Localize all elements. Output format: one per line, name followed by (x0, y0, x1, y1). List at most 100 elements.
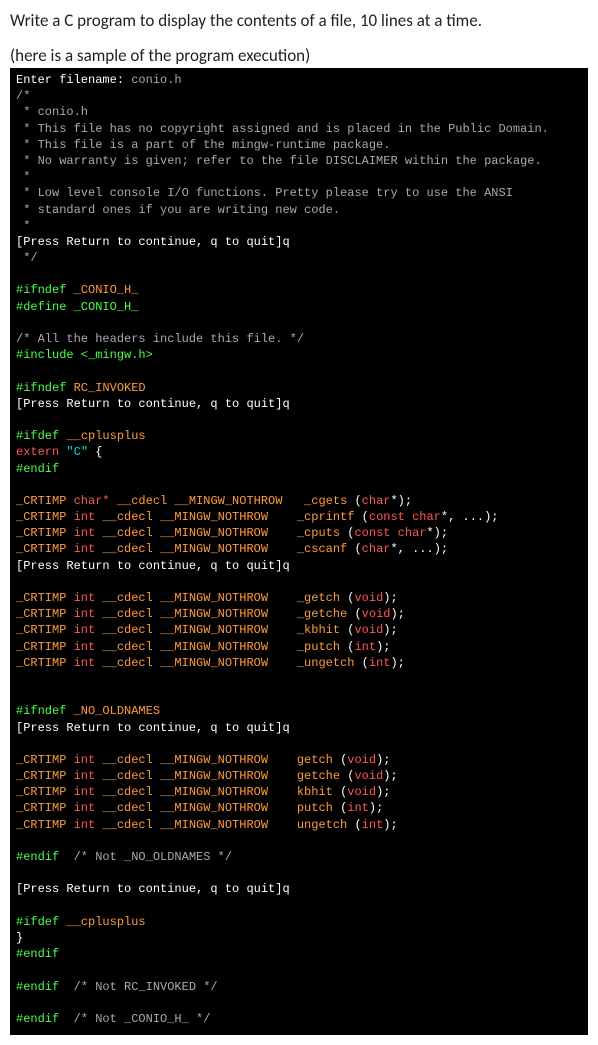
terminal-text: _NO_OLDNAMES (74, 704, 160, 718)
terminal-text: __cdecl __MINGW_NOTHROW _cputs (102, 526, 347, 540)
terminal-line: _CRTIMP int __cdecl __MINGW_NOTHROW _csc… (16, 541, 582, 557)
terminal-text: int (74, 510, 103, 524)
terminal-text: #ifndef (16, 283, 74, 297)
terminal-text: ( (362, 510, 369, 524)
terminal-line (16, 898, 582, 914)
terminal-text: */ (16, 251, 38, 265)
terminal-text: [Press Return to continue, q to quit]q (16, 397, 290, 411)
terminal-text: int (362, 818, 384, 832)
terminal-line (16, 574, 582, 590)
terminal-text: _CRTIMP (16, 494, 74, 508)
terminal-text: ); (369, 801, 383, 815)
terminal-line: _CRTIMP int __cdecl __MINGW_NOTHROW _kbh… (16, 622, 582, 638)
terminal-text: _CRTIMP (16, 542, 74, 556)
terminal-text: _CRTIMP (16, 818, 74, 832)
terminal-text: _CRTIMP (16, 510, 74, 524)
terminal-line: /* All the headers include this file. */ (16, 331, 582, 347)
terminal-text: * (16, 170, 30, 184)
terminal-text: ( (354, 542, 361, 556)
terminal-line: #ifndef _NO_OLDNAMES (16, 703, 582, 719)
terminal-text: #endif (16, 462, 59, 476)
terminal-text: int (369, 656, 391, 670)
terminal-text: * This file has no copyright assigned an… (16, 122, 549, 136)
terminal-text: _CONIO_H_ (74, 283, 139, 297)
terminal-text: "C" (66, 445, 95, 459)
terminal-line: * This file has no copyright assigned an… (16, 121, 582, 137)
terminal-text: *, ...); (441, 510, 499, 524)
terminal-text: _CRTIMP (16, 656, 74, 670)
terminal-text: void (354, 769, 383, 783)
terminal-output: Enter filename: conio.h/* * conio.h * Th… (10, 68, 588, 1035)
terminal-text: const char (369, 510, 441, 524)
terminal-text: _CRTIMP (16, 769, 74, 783)
terminal-line (16, 412, 582, 428)
terminal-line: _CRTIMP char* __cdecl __MINGW_NOTHROW _c… (16, 493, 582, 509)
terminal-text: *); (390, 494, 412, 508)
terminal-text: ); (390, 656, 404, 670)
terminal-text: [Press Return to continue, q to quit]q (16, 882, 290, 896)
terminal-text: char* (74, 494, 117, 508)
terminal-text: _CRTIMP (16, 801, 74, 815)
terminal-line (16, 995, 582, 1011)
terminal-line: #ifndef RC_INVOKED (16, 380, 582, 396)
terminal-text: #endif (16, 947, 59, 961)
terminal-line: */ (16, 250, 582, 266)
terminal-text: ( (354, 494, 361, 508)
terminal-line: _CRTIMP int __cdecl __MINGW_NOTHROW _get… (16, 590, 582, 606)
terminal-text: /* All the headers include this file. */ (16, 332, 304, 346)
terminal-text: __cdecl __MINGW_NOTHROW ungetch (102, 818, 354, 832)
terminal-line: * (16, 218, 582, 234)
terminal-text: int (74, 623, 103, 637)
terminal-text: * No warranty is given; refer to the fil… (16, 154, 542, 168)
terminal-text: extern (16, 445, 66, 459)
terminal-text: __cplusplus (66, 429, 145, 443)
terminal-text: __cdecl __MINGW_NOTHROW _cscanf (102, 542, 354, 556)
terminal-line (16, 315, 582, 331)
terminal-text: * conio.h (16, 105, 88, 119)
terminal-text: _CRTIMP (16, 640, 74, 654)
terminal-line (16, 477, 582, 493)
terminal-line (16, 266, 582, 282)
terminal-text: ); (383, 818, 397, 832)
terminal-text: ); (376, 640, 390, 654)
terminal-text: #ifdef (16, 429, 66, 443)
terminal-line: * conio.h (16, 104, 582, 120)
terminal-text: int (74, 769, 103, 783)
terminal-text: [Press Return to continue, q to quit]q (16, 235, 290, 249)
terminal-line: _CRTIMP int __cdecl __MINGW_NOTHROW _get… (16, 606, 582, 622)
terminal-text: __cdecl __MINGW_NOTHROW _putch (102, 640, 347, 654)
terminal-line: [Press Return to continue, q to quit]q (16, 234, 582, 250)
terminal-text: __cdecl __MINGW_NOTHROW _getche (102, 607, 354, 621)
terminal-text: __cdecl __MINGW_NOTHROW _cgets (117, 494, 355, 508)
terminal-line: #ifdef __cplusplus (16, 914, 582, 930)
terminal-text: void (354, 623, 383, 637)
terminal-text: int (354, 640, 376, 654)
terminal-line: [Press Return to continue, q to quit]q (16, 881, 582, 897)
terminal-line: * (16, 169, 582, 185)
terminal-line: #endif /* Not _CONIO_H_ */ (16, 1011, 582, 1027)
terminal-text: __cdecl __MINGW_NOTHROW _getch (102, 591, 347, 605)
terminal-line (16, 962, 582, 978)
terminal-text: int (74, 818, 103, 832)
terminal-text: #define _CONIO_H_ (16, 300, 138, 314)
terminal-text: } (16, 931, 23, 945)
terminal-line (16, 865, 582, 881)
terminal-line (16, 363, 582, 379)
sample-label: (here is a sample of the program executi… (10, 45, 588, 66)
terminal-text: #ifndef (16, 704, 74, 718)
terminal-text: int (74, 542, 103, 556)
terminal-text: * standard ones if you are writing new c… (16, 203, 340, 217)
terminal-text: __cdecl __MINGW_NOTHROW _ungetch (102, 656, 361, 670)
terminal-text: #endif (16, 850, 74, 864)
terminal-text: * This file is a part of the mingw-runti… (16, 138, 390, 152)
terminal-text: #ifdef (16, 915, 66, 929)
terminal-line: Enter filename: conio.h (16, 72, 582, 88)
terminal-text: Enter filename: (16, 73, 131, 87)
terminal-line: #include <_mingw.h> (16, 347, 582, 363)
terminal-text: __cplusplus (66, 915, 145, 929)
terminal-line: _CRTIMP int __cdecl __MINGW_NOTHROW _cpu… (16, 525, 582, 541)
terminal-text: /* Not _NO_OLDNAMES */ (74, 850, 232, 864)
terminal-text: void (354, 591, 383, 605)
terminal-text: int (74, 801, 103, 815)
terminal-line: * standard ones if you are writing new c… (16, 202, 582, 218)
